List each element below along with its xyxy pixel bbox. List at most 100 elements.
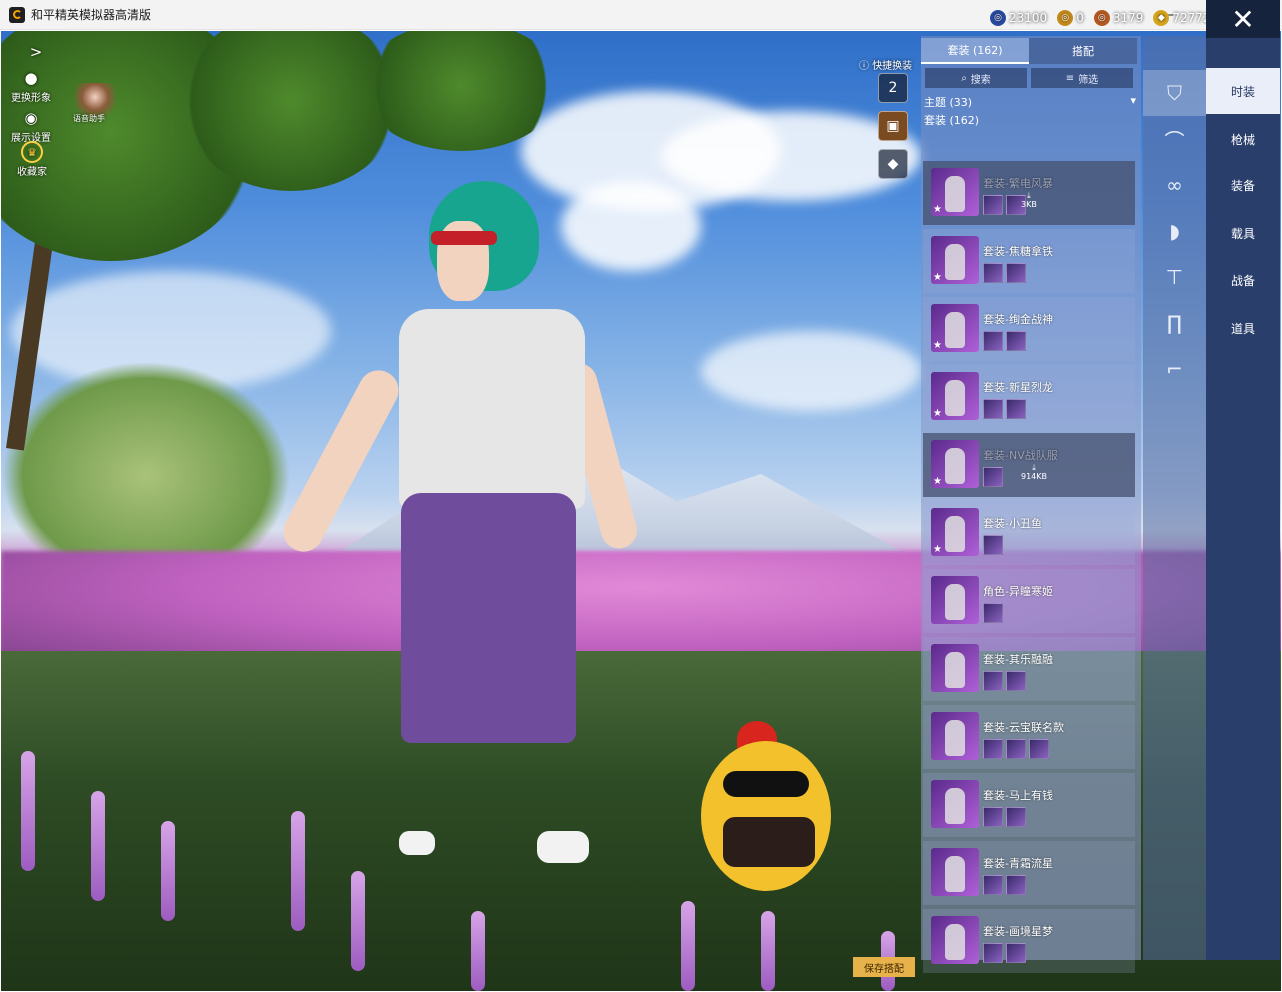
nav-guns[interactable]: 枪械: [1206, 116, 1280, 162]
search-filter-row: ⌕ 搜索 ≡ 筛选: [925, 68, 1133, 88]
pants-icon: ∏: [1166, 311, 1183, 335]
category-mask[interactable]: ◗: [1143, 208, 1206, 254]
list-item[interactable]: 套装-青霜流星: [923, 841, 1135, 905]
list-item[interactable]: ★ 套装-绚金战神: [923, 297, 1135, 361]
sub-items: [983, 807, 1026, 827]
sub-item-thumb: [1006, 263, 1026, 283]
sub-item-thumb: [1006, 671, 1026, 691]
cloud: [701, 331, 921, 411]
sub-item-thumb: [983, 875, 1003, 895]
lock-preset-button[interactable]: ▣: [878, 111, 908, 141]
item-name: 套装-马上有钱: [983, 789, 1053, 802]
save-outfit-button[interactable]: 保存搭配: [853, 957, 915, 977]
download-indicator[interactable]: ⤓ 914KB: [1021, 463, 1047, 481]
sub-item-thumb: [983, 671, 1003, 691]
nav-equipment[interactable]: 装备: [1206, 162, 1280, 208]
collection-button[interactable]: ♛ 收藏家: [17, 141, 47, 178]
item-name: 套装-小丑鱼: [983, 517, 1042, 530]
sub-item-thumb: [983, 535, 1003, 555]
list-item[interactable]: 套装-云宝联名款: [923, 705, 1135, 769]
sub-item-thumb: [1006, 399, 1026, 419]
outfit-thumbnail: [931, 780, 979, 828]
lupin-flower: [91, 791, 105, 901]
sub-item-thumb: [983, 807, 1003, 827]
category-pants[interactable]: ∏: [1143, 300, 1206, 346]
list-item[interactable]: ★ 套装-小丑鱼: [923, 501, 1135, 565]
planet-coin-icon: ◎: [990, 10, 1006, 26]
expand-menu-button[interactable]: >: [25, 41, 47, 63]
nav-vehicles[interactable]: 载具: [1206, 210, 1280, 256]
sub-item-thumb: [983, 943, 1003, 963]
download-indicator[interactable]: ⤓ 3KB: [1021, 191, 1037, 209]
face-mask-icon: ◗: [1169, 219, 1180, 243]
person-icon: ●: [24, 69, 38, 87]
lock-icon: ▣: [886, 118, 900, 134]
search-button[interactable]: ⌕ 搜索: [925, 68, 1027, 88]
star-icon: ★: [933, 204, 942, 215]
star-icon: ★: [933, 476, 942, 487]
gold-token-icon: ◎: [1057, 10, 1074, 26]
help-icon: ⓘ: [859, 61, 869, 72]
outfit-thumbnail: [931, 576, 979, 624]
sub-items: [983, 195, 1026, 215]
preset-slot-button[interactable]: 2: [878, 73, 908, 103]
sub-item-thumb: [983, 603, 1003, 623]
list-item[interactable]: 套装-马上有钱: [923, 773, 1135, 837]
change-look-button[interactable]: ● 更换形象: [11, 67, 51, 104]
quick-swap-label[interactable]: ⓘ 快捷换装: [859, 57, 912, 72]
category-hat[interactable]: ⌒: [1143, 116, 1206, 162]
list-item[interactable]: ★ 套装-焦糖拿铁: [923, 229, 1135, 293]
cloud: [561, 181, 701, 271]
sub-items: [983, 399, 1026, 419]
nav-fashion[interactable]: 时装: [1206, 68, 1280, 114]
item-name: 套装-繁电风暴: [983, 177, 1053, 190]
bronze-coin-icon: ◎: [1093, 10, 1110, 26]
diamond-coin-icon: ◆: [1153, 10, 1170, 26]
outfit-icon: ⛉: [1167, 81, 1182, 105]
filter-button[interactable]: ≡ 筛选: [1031, 68, 1133, 88]
nav-items[interactable]: 道具: [1206, 305, 1280, 351]
list-item[interactable]: 套装-其乐融融: [923, 637, 1135, 701]
character-shoe: [399, 831, 435, 855]
theme-dropdown[interactable]: 主题 (33) ▾: [924, 94, 1136, 110]
item-name: 套装-其乐融融: [983, 653, 1053, 666]
top-shirt-icon: ⊤: [1165, 265, 1184, 289]
star-icon: ★: [933, 544, 942, 555]
window-title: 和平精英模拟器高清版: [31, 8, 152, 22]
sub-items: [983, 535, 1003, 555]
diamond-preset-button[interactable]: ◆: [878, 149, 908, 179]
close-wardrobe-button[interactable]: ✕: [1206, 0, 1280, 38]
outfit-thumbnail: ★: [931, 508, 979, 556]
lupin-flower: [681, 901, 695, 991]
star-icon: ★: [933, 340, 942, 351]
sub-items: [983, 331, 1026, 351]
list-item[interactable]: ★ 套装-新星烈龙: [923, 365, 1135, 429]
sub-item-thumb: [1006, 875, 1026, 895]
tab-suits[interactable]: 套装 (162): [921, 38, 1029, 64]
list-item[interactable]: ★ 套装-繁电风暴 ⤓ 3KB: [923, 161, 1135, 225]
sub-item-thumb: [1006, 807, 1026, 827]
currency-planet: ◎ 23100: [990, 10, 1047, 26]
outfit-thumbnail: ★: [931, 236, 979, 284]
sub-items: [983, 603, 1003, 623]
outfit-list-panel: 套装 (162) 搭配 ⌕ 搜索 ≡ 筛选 主题 (33) ▾ 套装 (162)…: [921, 36, 1141, 973]
list-item[interactable]: 角色-异瞳寒姬: [923, 569, 1135, 633]
sub-item-thumb: [983, 195, 1003, 215]
list-item[interactable]: ★ 套装-NV战队服 ⤓ 914KB: [923, 433, 1135, 497]
outfit-thumbnail: [931, 712, 979, 760]
lupin-flower: [351, 871, 365, 971]
nav-battle-prep[interactable]: 战备: [1206, 257, 1280, 303]
category-shoes[interactable]: ⌐: [1143, 346, 1206, 392]
category-outfit[interactable]: ⛉: [1143, 70, 1206, 116]
display-settings-button[interactable]: ◉ 展示设置: [11, 107, 51, 144]
outfit-thumbnail: [931, 644, 979, 692]
category-glasses[interactable]: ∞: [1143, 162, 1206, 208]
list-item[interactable]: 套装-画境星梦: [923, 909, 1135, 973]
shoes-icon: ⌐: [1166, 357, 1183, 381]
tab-combos[interactable]: 搭配: [1029, 38, 1137, 64]
category-top[interactable]: ⊤: [1143, 254, 1206, 300]
currency-gold: ◎ 0: [1057, 10, 1084, 26]
suit-count-label: 套装 (162): [924, 114, 980, 127]
chicken-pet: [701, 721, 831, 901]
lupin-flower: [761, 911, 775, 991]
